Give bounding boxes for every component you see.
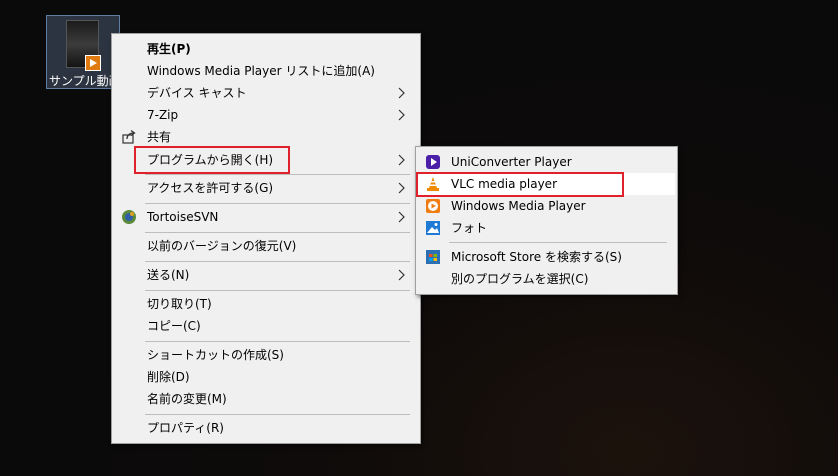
uniconverter-icon [426, 155, 440, 169]
tortoisesvn-icon [122, 210, 136, 224]
chevron-right-icon [398, 154, 405, 166]
menu-item-create-shortcut[interactable]: ショートカットの作成(S) [114, 344, 418, 366]
submenu-item-label: Microsoft Store を検索する(S) [451, 250, 622, 264]
vlc-cone-icon [427, 177, 439, 191]
menu-item-label: Windows Media Player リストに追加(A) [147, 64, 375, 78]
menu-item-label: ショートカットの作成(S) [147, 348, 284, 362]
menu-item-label: 送る(N) [147, 268, 190, 282]
menu-item-restore-previous-versions[interactable]: 以前のバージョンの復元(V) [114, 235, 418, 257]
submenu-item-label: フォト [451, 221, 488, 235]
menu-item-label: 削除(D) [147, 370, 190, 384]
menu-item-label: デバイス キャスト [147, 86, 247, 100]
menu-separator [145, 341, 410, 342]
share-icon [122, 129, 136, 144]
menu-item-properties[interactable]: プロパティ(R) [114, 417, 418, 439]
windows-media-player-icon [426, 199, 440, 213]
menu-item-7zip[interactable]: 7-Zip [114, 104, 418, 126]
context-menu: 再生(P) Windows Media Player リストに追加(A) デバイ… [111, 33, 421, 444]
menu-item-label: プログラムから開く(H) [147, 153, 274, 167]
open-with-submenu: UniConverter Player VLC media player Win… [415, 146, 678, 295]
menu-separator [145, 290, 410, 291]
chevron-right-icon [398, 109, 405, 121]
menu-item-send-to[interactable]: 送る(N) [114, 264, 418, 286]
menu-item-label: 7-Zip [147, 108, 179, 122]
menu-item-copy[interactable]: コピー(C) [114, 315, 418, 337]
menu-item-tortoisesvn[interactable]: TortoiseSVN [114, 206, 418, 228]
chevron-right-icon [398, 269, 405, 281]
submenu-item-label: 別のプログラムを選択(C) [451, 272, 589, 286]
menu-item-share[interactable]: 共有 [114, 126, 418, 148]
menu-item-label: 名前の変更(M) [147, 392, 227, 406]
submenu-item-windows-media-player[interactable]: Windows Media Player [418, 195, 675, 217]
menu-separator [145, 232, 410, 233]
menu-separator [449, 242, 667, 243]
submenu-item-search-microsoft-store[interactable]: Microsoft Store を検索する(S) [418, 246, 675, 268]
menu-item-play[interactable]: 再生(P) [114, 38, 418, 60]
submenu-item-label: VLC media player [451, 177, 558, 191]
desktop-video-file-icon[interactable]: サンプル動画 [46, 15, 121, 89]
chevron-right-icon [398, 211, 405, 223]
menu-separator [145, 174, 410, 175]
submenu-item-label: UniConverter Player [451, 155, 572, 169]
menu-item-label: プロパティ(R) [147, 421, 224, 435]
submenu-item-label: Windows Media Player [451, 199, 586, 213]
menu-item-cast-to-device[interactable]: デバイス キャスト [114, 82, 418, 104]
submenu-item-uniconverter[interactable]: UniConverter Player [418, 151, 675, 173]
menu-item-label: コピー(C) [147, 319, 201, 333]
microsoft-store-icon [426, 250, 440, 264]
media-player-badge-icon [85, 55, 101, 71]
chevron-right-icon [398, 87, 405, 99]
submenu-item-choose-another-app[interactable]: 別のプログラムを選択(C) [418, 268, 675, 290]
photos-icon [426, 221, 440, 235]
menu-item-add-to-wmp-list[interactable]: Windows Media Player リストに追加(A) [114, 60, 418, 82]
menu-item-rename[interactable]: 名前の変更(M) [114, 388, 418, 410]
menu-item-open-with[interactable]: プログラムから開く(H) [114, 149, 418, 171]
menu-item-label: 共有 [147, 130, 172, 144]
chevron-right-icon [398, 182, 405, 194]
menu-separator [145, 414, 410, 415]
menu-item-delete[interactable]: 削除(D) [114, 366, 418, 388]
menu-item-label: 再生(P) [147, 42, 191, 56]
menu-item-label: アクセスを許可する(G) [147, 181, 274, 195]
submenu-item-photos[interactable]: フォト [418, 217, 675, 239]
menu-separator [145, 203, 410, 204]
menu-separator [145, 261, 410, 262]
submenu-item-vlc[interactable]: VLC media player [418, 173, 675, 195]
menu-item-label: TortoiseSVN [147, 210, 219, 224]
menu-item-cut[interactable]: 切り取り(T) [114, 293, 418, 315]
menu-item-label: 以前のバージョンの復元(V) [147, 239, 297, 253]
menu-item-label: 切り取り(T) [147, 297, 212, 311]
menu-item-give-access[interactable]: アクセスを許可する(G) [114, 177, 418, 199]
